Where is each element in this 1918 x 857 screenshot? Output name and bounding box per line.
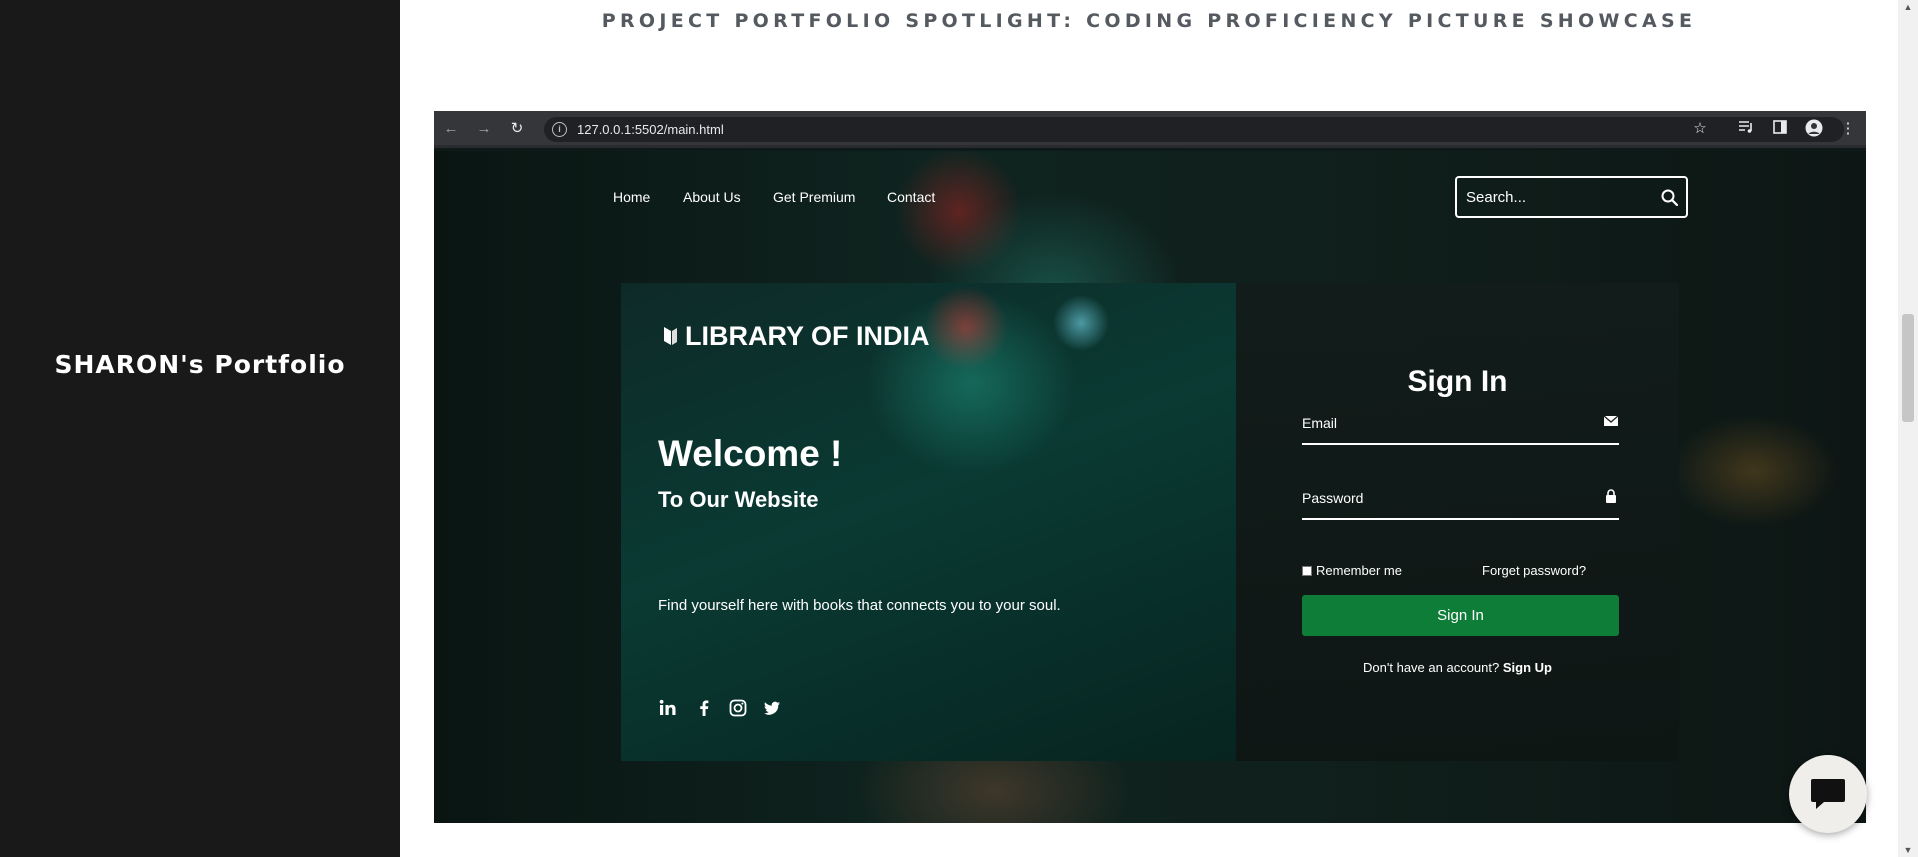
- brand-name: LIBRARY OF INDIA: [685, 321, 930, 351]
- login-card: LIBRARY OF INDIA Welcome ! To Our Websit…: [621, 283, 1679, 761]
- search-box: Search...: [1455, 176, 1688, 218]
- site-info-icon: i: [552, 122, 567, 137]
- welcome-title: Welcome !: [658, 433, 843, 474]
- facebook-icon: [700, 700, 709, 716]
- signup-link: Sign Up: [1502, 660, 1552, 675]
- signup-row: Don't have an account? Sign Up: [1236, 660, 1679, 675]
- page-heading: PROJECT PORTFOLIO SPOTLIGHT: CODING PROF…: [601, 10, 1697, 32]
- scroll-thumb[interactable]: [1902, 314, 1914, 422]
- url-text: 127.0.0.1:5502/main.html: [577, 122, 724, 137]
- browser-toolbar: ← → ↻ i 127.0.0.1:5502/main.html ☆ ⋮: [434, 111, 1866, 148]
- profile-avatar-icon: [1804, 119, 1824, 139]
- password-field: Password: [1302, 480, 1619, 520]
- welcome-subtitle: To Our Website: [658, 487, 819, 512]
- nav-contact: Contact: [887, 189, 936, 205]
- instagram-icon: [729, 699, 747, 717]
- signin-panel: Sign In Email Password Remember me Forge…: [1236, 283, 1679, 761]
- signin-title: Sign In: [1407, 365, 1508, 398]
- password-label: Password: [1302, 490, 1364, 506]
- signup-prompt: Don't have an account?: [1363, 660, 1500, 675]
- project-screenshot: ← → ↻ i 127.0.0.1:5502/main.html ☆ ⋮ Hom…: [434, 111, 1866, 823]
- email-label: Email: [1302, 415, 1338, 431]
- search-placeholder: Search...: [1466, 189, 1527, 206]
- chat-button[interactable]: [1789, 755, 1867, 833]
- media-control-icon: [1736, 119, 1756, 139]
- address-bar: i 127.0.0.1:5502/main.html: [544, 117, 1844, 142]
- tagline: Find yourself here with books that conne…: [658, 597, 1061, 614]
- site-title[interactable]: SHARON's Portfolio: [0, 350, 400, 379]
- envelope-icon: [1603, 415, 1619, 426]
- search-icon: [1661, 189, 1679, 207]
- nav-about-us: About Us: [683, 189, 741, 205]
- remember-label: Remember me: [1316, 563, 1402, 578]
- remember-checkbox: [1302, 566, 1312, 576]
- sidebar: SHARON's Portfolio: [0, 0, 400, 857]
- chat-bubble-icon: [1811, 779, 1845, 809]
- book-icon: [664, 327, 677, 345]
- linkedin-icon: [659, 699, 676, 715]
- page-scrollbar[interactable]: [1898, 0, 1918, 857]
- brand-logo: LIBRARY OF INDIA: [661, 321, 930, 352]
- twitter-icon: [764, 701, 780, 715]
- remember-me: Remember me: [1302, 563, 1402, 578]
- reload-icon: ↻: [510, 120, 524, 137]
- lock-icon: [1606, 489, 1616, 503]
- scroll-down-icon[interactable]: ▼: [1898, 843, 1918, 857]
- back-arrow-icon: ←: [443, 120, 459, 137]
- signin-button: Sign In: [1302, 595, 1619, 636]
- nav-home: Home: [613, 189, 651, 205]
- forgot-password-link: Forget password?: [1482, 563, 1587, 578]
- side-panel-icon: [1770, 119, 1790, 139]
- star-icon: ☆: [1693, 120, 1707, 137]
- welcome-panel: LIBRARY OF INDIA Welcome ! To Our Websit…: [621, 283, 1236, 761]
- email-field: Email: [1302, 405, 1619, 445]
- forward-arrow-icon: →: [476, 120, 492, 137]
- scroll-up-icon[interactable]: ▲: [1898, 0, 1918, 14]
- kebab-menu-icon: ⋮: [1840, 120, 1856, 137]
- site-page: Home About Us Get Premium Contact Search…: [434, 151, 1866, 823]
- nav-get-premium: Get Premium: [773, 189, 856, 205]
